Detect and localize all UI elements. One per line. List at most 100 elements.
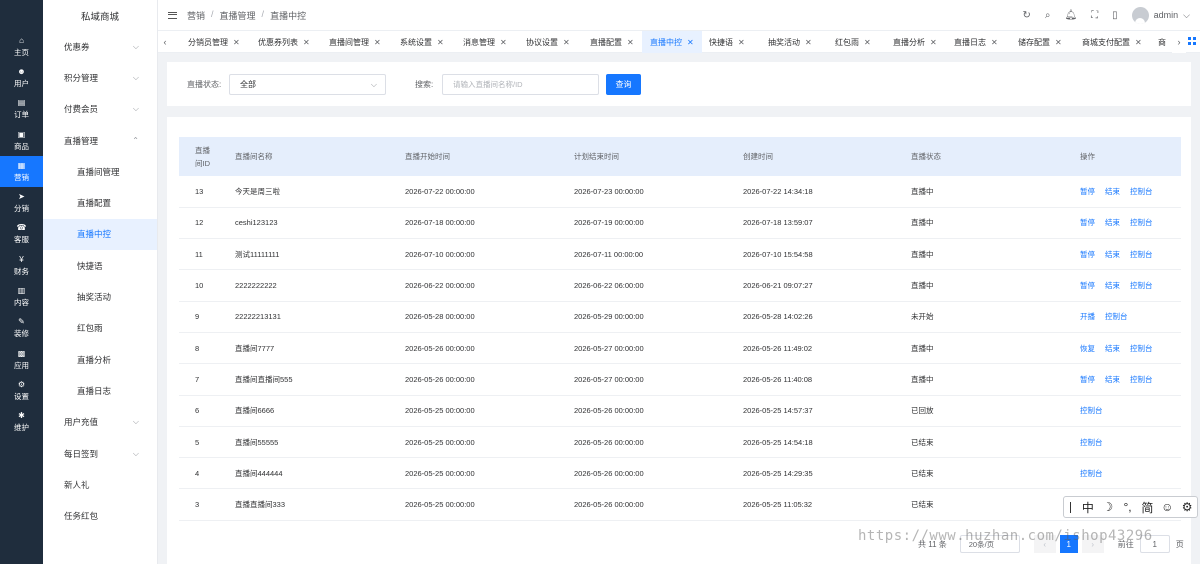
- menu-item-11[interactable]: 直播日志: [43, 375, 157, 406]
- tab-0[interactable]: 分销员管理 ✕: [188, 31, 252, 53]
- rail-item-7[interactable]: ¥ 财务: [0, 250, 43, 281]
- close-icon[interactable]: ✕: [437, 38, 444, 47]
- close-icon[interactable]: ✕: [930, 38, 937, 47]
- menu-item-3[interactable]: 直播管理 ⌃: [43, 125, 157, 156]
- row-action-link[interactable]: 控制台: [1130, 250, 1153, 259]
- menu-item-7[interactable]: 快捷语: [43, 250, 157, 281]
- rail-item-5[interactable]: ➤ 分销: [0, 187, 43, 218]
- row-action-link[interactable]: 结束: [1105, 250, 1120, 259]
- menu-item-1[interactable]: 积分管理 ⌵: [43, 62, 157, 93]
- ime-punct-button[interactable]: °,: [1118, 500, 1138, 514]
- close-icon[interactable]: ✕: [374, 38, 381, 47]
- row-action-link[interactable]: 暂停: [1080, 218, 1095, 227]
- tab-9[interactable]: 抽奖活动 ✕: [768, 31, 829, 53]
- tab-12[interactable]: 直播日志 ✕: [954, 31, 1012, 53]
- menu-item-14[interactable]: 新人礼: [43, 469, 157, 500]
- close-icon[interactable]: ✕: [805, 38, 812, 47]
- breadcrumb-item[interactable]: 直播管理: [220, 9, 256, 22]
- tabs-scroll-right-icon[interactable]: ›: [1172, 31, 1186, 53]
- close-icon[interactable]: ✕: [1055, 38, 1062, 47]
- menu-item-15[interactable]: 任务红包: [43, 500, 157, 531]
- row-action-link[interactable]: 结束: [1105, 187, 1120, 196]
- menu-item-5[interactable]: 直播配置: [43, 187, 157, 218]
- tab-7[interactable]: 直播中控 ✕: [642, 31, 702, 53]
- row-action-link[interactable]: 暂停: [1080, 187, 1095, 196]
- row-action-link[interactable]: 控制台: [1130, 344, 1153, 353]
- user-menu[interactable]: admin ⌵: [1131, 6, 1190, 24]
- menu-item-6[interactable]: 直播中控: [43, 218, 157, 251]
- row-action-link[interactable]: 结束: [1105, 375, 1120, 384]
- ime-settings-icon[interactable]: ⚙: [1177, 500, 1197, 514]
- tab-13[interactable]: 储存配置 ✕: [1018, 31, 1076, 53]
- close-icon[interactable]: ✕: [563, 38, 570, 47]
- close-icon[interactable]: ✕: [303, 38, 310, 47]
- menu-item-9[interactable]: 红包雨: [43, 313, 157, 344]
- row-action-link[interactable]: 结束: [1105, 218, 1120, 227]
- search-icon[interactable]: ⌕: [1045, 10, 1051, 21]
- ime-emoji-icon[interactable]: ☺: [1157, 500, 1177, 514]
- breadcrumb-item[interactable]: 营销: [187, 9, 205, 22]
- ime-simplified-button[interactable]: 简: [1137, 499, 1157, 516]
- menu-item-2[interactable]: 付费会员 ⌵: [43, 94, 157, 125]
- row-action-link[interactable]: 控制台: [1130, 218, 1153, 227]
- tab-8[interactable]: 快捷语 ✕: [709, 31, 762, 53]
- rail-item-6[interactable]: ☎ 客服: [0, 219, 43, 250]
- query-button[interactable]: 查询: [606, 74, 641, 95]
- row-action-link[interactable]: 结束: [1105, 344, 1120, 353]
- refresh-icon[interactable]: ↻: [1022, 10, 1030, 21]
- row-action-link[interactable]: 结束: [1105, 281, 1120, 290]
- tabs-scroll-left-icon[interactable]: ‹: [158, 31, 172, 53]
- rail-item-3[interactable]: ▣ 商品: [0, 125, 43, 156]
- tab-4[interactable]: 消息管理 ✕: [463, 31, 520, 53]
- row-action-link[interactable]: 暂停: [1080, 375, 1095, 384]
- tab-2[interactable]: 直播间管理 ✕: [329, 31, 394, 53]
- rail-item-9[interactable]: ✎ 装修: [0, 313, 43, 344]
- rail-item-8[interactable]: ▥ 内容: [0, 281, 43, 312]
- row-action-link[interactable]: 控制台: [1080, 406, 1103, 415]
- tab-5[interactable]: 协议设置 ✕: [526, 31, 584, 53]
- close-icon[interactable]: ✕: [500, 38, 507, 47]
- fullscreen-icon[interactable]: ⛶: [1091, 10, 1098, 21]
- menu-item-4[interactable]: 直播间管理: [43, 156, 157, 187]
- menu-toggle-icon[interactable]: [168, 11, 177, 19]
- tab-14[interactable]: 商城支付配置 ✕: [1082, 31, 1152, 53]
- rail-item-2[interactable]: ▤ 订单: [0, 94, 43, 125]
- close-icon[interactable]: ✕: [627, 38, 634, 47]
- bell-icon[interactable]: 🔔︎: [1064, 10, 1077, 21]
- search-input[interactable]: 请输入直播间名称/ID: [442, 74, 599, 95]
- ime-lang-button[interactable]: 中: [1078, 499, 1098, 516]
- menu-item-0[interactable]: 优惠券 ⌵: [43, 31, 157, 62]
- menu-item-13[interactable]: 每日签到 ⌵: [43, 438, 157, 469]
- close-icon[interactable]: ✕: [991, 38, 998, 47]
- row-action-link[interactable]: 控制台: [1130, 375, 1153, 384]
- rail-item-12[interactable]: ✱ 维护: [0, 407, 43, 438]
- close-icon[interactable]: ✕: [1135, 38, 1142, 47]
- row-action-link[interactable]: 恢复: [1080, 344, 1095, 353]
- ime-moon-icon[interactable]: ☽: [1098, 500, 1118, 514]
- row-action-link[interactable]: 控制台: [1080, 469, 1103, 478]
- row-action-link[interactable]: 控制台: [1130, 187, 1153, 196]
- menu-item-10[interactable]: 直播分析: [43, 344, 157, 375]
- row-action-link[interactable]: 控制台: [1105, 312, 1128, 321]
- row-action-link[interactable]: 暂停: [1080, 281, 1095, 290]
- close-icon[interactable]: ✕: [687, 38, 694, 47]
- rail-item-4[interactable]: ▦ 营销: [0, 156, 43, 188]
- row-action-link[interactable]: 开播: [1080, 312, 1095, 321]
- tab-6[interactable]: 直播配置 ✕: [590, 31, 644, 53]
- rail-item-0[interactable]: ⌂ 主页: [0, 31, 43, 62]
- close-icon[interactable]: ✕: [233, 38, 240, 47]
- rail-item-10[interactable]: ▩ 应用: [0, 344, 43, 375]
- tab-1[interactable]: 优惠券列表 ✕: [258, 31, 323, 53]
- row-action-link[interactable]: 控制台: [1130, 281, 1153, 290]
- close-icon[interactable]: ✕: [738, 38, 745, 47]
- tab-10[interactable]: 红包雨 ✕: [835, 31, 887, 53]
- ime-handle[interactable]: [1070, 501, 1078, 513]
- close-icon[interactable]: ✕: [864, 38, 871, 47]
- status-select[interactable]: 全部 ⌵: [229, 74, 386, 95]
- menu-item-8[interactable]: 抽奖活动: [43, 281, 157, 312]
- rail-item-11[interactable]: ⚙ 设置: [0, 375, 43, 406]
- row-action-link[interactable]: 控制台: [1080, 438, 1103, 447]
- mobile-icon[interactable]: ▯: [1112, 10, 1118, 21]
- rail-item-1[interactable]: ☻ 用户: [0, 62, 43, 93]
- row-action-link[interactable]: 暂停: [1080, 250, 1095, 259]
